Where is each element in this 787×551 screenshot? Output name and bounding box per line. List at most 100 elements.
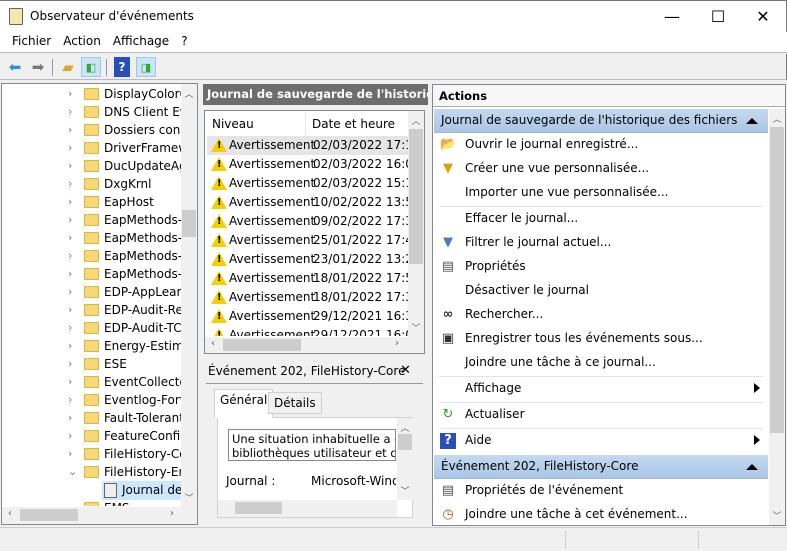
chevron-right-icon[interactable]: › bbox=[68, 213, 78, 226]
action-item[interactable]: ? Aide bbox=[434, 429, 768, 453]
chevron-right-icon[interactable]: › bbox=[68, 105, 78, 118]
event-row[interactable]: Avertissement23/01/2022 13:28:4 bbox=[207, 250, 410, 269]
tree-item[interactable]: › Fault-Tolerant- bbox=[2, 409, 182, 428]
tree-item[interactable]: › EDP-Audit-TCE bbox=[2, 319, 182, 338]
menu-affichage[interactable]: Affichage bbox=[107, 32, 175, 52]
column-header-level[interactable]: Niveau bbox=[206, 113, 306, 135]
tree-item[interactable]: › EapMethods-R bbox=[2, 211, 182, 230]
tree-item[interactable]: › DxgKrnl bbox=[2, 175, 182, 194]
tree-item[interactable]: › EDP-Audit-Reg bbox=[2, 301, 182, 320]
chevron-right-icon[interactable]: › bbox=[68, 393, 78, 406]
chevron-right-icon[interactable]: › bbox=[68, 285, 78, 298]
event-row[interactable]: Avertissement18/01/2022 17:37:2 bbox=[207, 288, 410, 307]
action-item[interactable]: Effacer le journal... bbox=[434, 207, 768, 231]
chevron-right-icon[interactable]: › bbox=[68, 303, 78, 316]
tree-item[interactable]: › EventCollector bbox=[2, 373, 182, 392]
tree-item[interactable]: › Energy-Estima bbox=[2, 337, 182, 356]
event-row[interactable]: Avertissement09/02/2022 17:30:4 bbox=[207, 212, 410, 231]
event-row[interactable]: Avertissement02/03/2022 17:13:4 bbox=[207, 136, 410, 155]
tree-item-selected-log[interactable]: Journal de bbox=[102, 481, 181, 500]
chevron-right-icon[interactable]: › bbox=[68, 141, 78, 154]
chevron-right-icon[interactable]: › bbox=[68, 447, 78, 460]
event-row[interactable]: Avertissement29/12/2021 16:09:3 bbox=[207, 326, 410, 336]
action-item[interactable]: ◷ Joindre une tâche à cet événement... bbox=[434, 503, 768, 527]
close-button[interactable]: ✕ bbox=[740, 1, 786, 32]
chevron-right-icon[interactable]: › bbox=[68, 267, 78, 280]
actions-vertical-scrollbar[interactable]: ︿ ﹀ bbox=[769, 109, 785, 525]
tab-general[interactable]: Général bbox=[214, 389, 274, 418]
tree-horizontal-scrollbar[interactable]: ‹ › bbox=[2, 507, 197, 524]
group-header-event[interactable]: Événement 202, FileHistory-Core bbox=[434, 455, 768, 479]
detail-horizontal-scrollbar[interactable] bbox=[218, 500, 397, 517]
action-item[interactable]: ▤ Propriétés bbox=[434, 255, 768, 279]
tree-item[interactable]: › Dossiers connu bbox=[2, 121, 182, 140]
tree-item[interactable]: › Eventlog-Forw bbox=[2, 391, 182, 410]
tree-item[interactable]: ⌄ FileHistory-Eng bbox=[2, 463, 182, 482]
chevron-right-icon[interactable]: › bbox=[68, 321, 78, 334]
tree-item[interactable]: › FeatureConfig bbox=[2, 427, 182, 446]
chevron-down-icon[interactable]: ⌄ bbox=[68, 465, 78, 478]
list-horizontal-scrollbar[interactable]: ‹ › bbox=[205, 337, 424, 353]
list-vertical-scrollbar[interactable]: ︿ ﹀ bbox=[408, 111, 424, 337]
event-row[interactable]: Avertissement29/12/2021 16:38:0 bbox=[207, 307, 410, 326]
chevron-right-icon[interactable]: › bbox=[68, 87, 78, 100]
action-item[interactable]: ▼ Créer une vue personnalisée... bbox=[434, 157, 768, 181]
chevron-right-icon[interactable]: › bbox=[68, 357, 78, 370]
event-row[interactable]: Avertissement18/01/2022 17:53:4 bbox=[207, 269, 410, 288]
chevron-right-icon[interactable]: › bbox=[68, 123, 78, 136]
help-icon[interactable]: ? bbox=[114, 57, 130, 77]
action-item[interactable]: Joindre une tâche à ce journal... bbox=[434, 351, 768, 375]
collapse-icon[interactable] bbox=[746, 464, 758, 470]
chevron-right-icon[interactable]: › bbox=[68, 231, 78, 244]
show-hide-action-pane-icon[interactable]: ◨ bbox=[136, 57, 156, 77]
chevron-right-icon[interactable]: › bbox=[68, 159, 78, 172]
back-icon[interactable]: ⬅ bbox=[5, 57, 25, 77]
action-item[interactable]: ↻ Actualiser bbox=[434, 403, 768, 427]
event-row[interactable]: Avertissement25/01/2022 17:40:1 bbox=[207, 231, 410, 250]
action-item[interactable]: ▣ Enregistrer tous les événements sous... bbox=[434, 327, 768, 351]
event-row[interactable]: Avertissement02/03/2022 16:03:3 bbox=[207, 155, 410, 174]
tree-item[interactable]: EMS bbox=[2, 499, 182, 506]
collapse-icon[interactable] bbox=[746, 118, 758, 124]
tree-item[interactable]: › EapMethods-R bbox=[2, 229, 182, 248]
action-item[interactable]: ▤ Propriétés de l'événement bbox=[434, 479, 768, 503]
group-header-log[interactable]: Journal de sauvegarde de l'historique de… bbox=[434, 109, 768, 133]
menu-help[interactable]: ? bbox=[175, 32, 193, 52]
maximize-button[interactable]: ☐ bbox=[695, 1, 741, 32]
forward-icon[interactable]: ➡ bbox=[28, 57, 48, 77]
chevron-right-icon[interactable]: › bbox=[68, 375, 78, 388]
tree-vertical-scrollbar[interactable]: ︿ ﹀ bbox=[181, 84, 197, 507]
menu-fichier[interactable]: Fichier bbox=[6, 32, 57, 52]
chevron-right-icon[interactable]: › bbox=[68, 411, 78, 424]
tree-item[interactable]: › DriverFramewo bbox=[2, 139, 182, 158]
action-item[interactable]: ∞ Rechercher... bbox=[434, 303, 768, 327]
action-item[interactable]: Désactiver le journal bbox=[434, 279, 768, 303]
tree-item[interactable]: › DNS Client Eve bbox=[2, 103, 182, 122]
show-hide-console-tree-icon[interactable]: ◧ bbox=[81, 57, 101, 77]
action-item[interactable]: Affichage bbox=[434, 377, 768, 401]
chevron-right-icon[interactable]: › bbox=[68, 429, 78, 442]
minimize-button[interactable]: — bbox=[649, 1, 695, 32]
tree-item[interactable]: › DisplayColorC bbox=[2, 85, 182, 104]
tab-details[interactable]: Détails bbox=[268, 392, 322, 414]
tree-item[interactable]: › FileHistory-Co bbox=[2, 445, 182, 464]
menu-action[interactable]: Action bbox=[57, 32, 107, 52]
action-item[interactable]: 📂 Ouvrir le journal enregistré... bbox=[434, 133, 768, 157]
chevron-right-icon[interactable]: › bbox=[68, 249, 78, 262]
up-folder-icon[interactable]: ▰ bbox=[58, 57, 78, 77]
tree-item[interactable]: › DucUpdateAge bbox=[2, 157, 182, 176]
tree-item[interactable]: › ESE bbox=[2, 355, 182, 374]
column-header-date[interactable]: Date et heure bbox=[306, 113, 410, 135]
tree-item[interactable]: › EapHost bbox=[2, 193, 182, 212]
event-row[interactable]: Avertissement10/02/2022 13:50:0 bbox=[207, 193, 410, 212]
event-row[interactable]: Avertissement02/03/2022 15:19:1 bbox=[207, 174, 410, 193]
action-item[interactable]: ▼ Filtrer le journal actuel... bbox=[434, 231, 768, 255]
chevron-right-icon[interactable]: › bbox=[68, 339, 78, 352]
close-detail-icon[interactable]: ✕ bbox=[400, 363, 411, 378]
chevron-right-icon[interactable]: › bbox=[68, 195, 78, 208]
tree-item[interactable]: › EapMethods-S bbox=[2, 247, 182, 266]
tree-item[interactable]: › EDP-AppLearn bbox=[2, 283, 182, 302]
action-item[interactable]: Importer une vue personnalisée... bbox=[434, 181, 768, 205]
detail-vertical-scrollbar[interactable]: ︿ ﹀ bbox=[397, 418, 413, 500]
tree-item[interactable]: › EapMethods-T bbox=[2, 265, 182, 284]
